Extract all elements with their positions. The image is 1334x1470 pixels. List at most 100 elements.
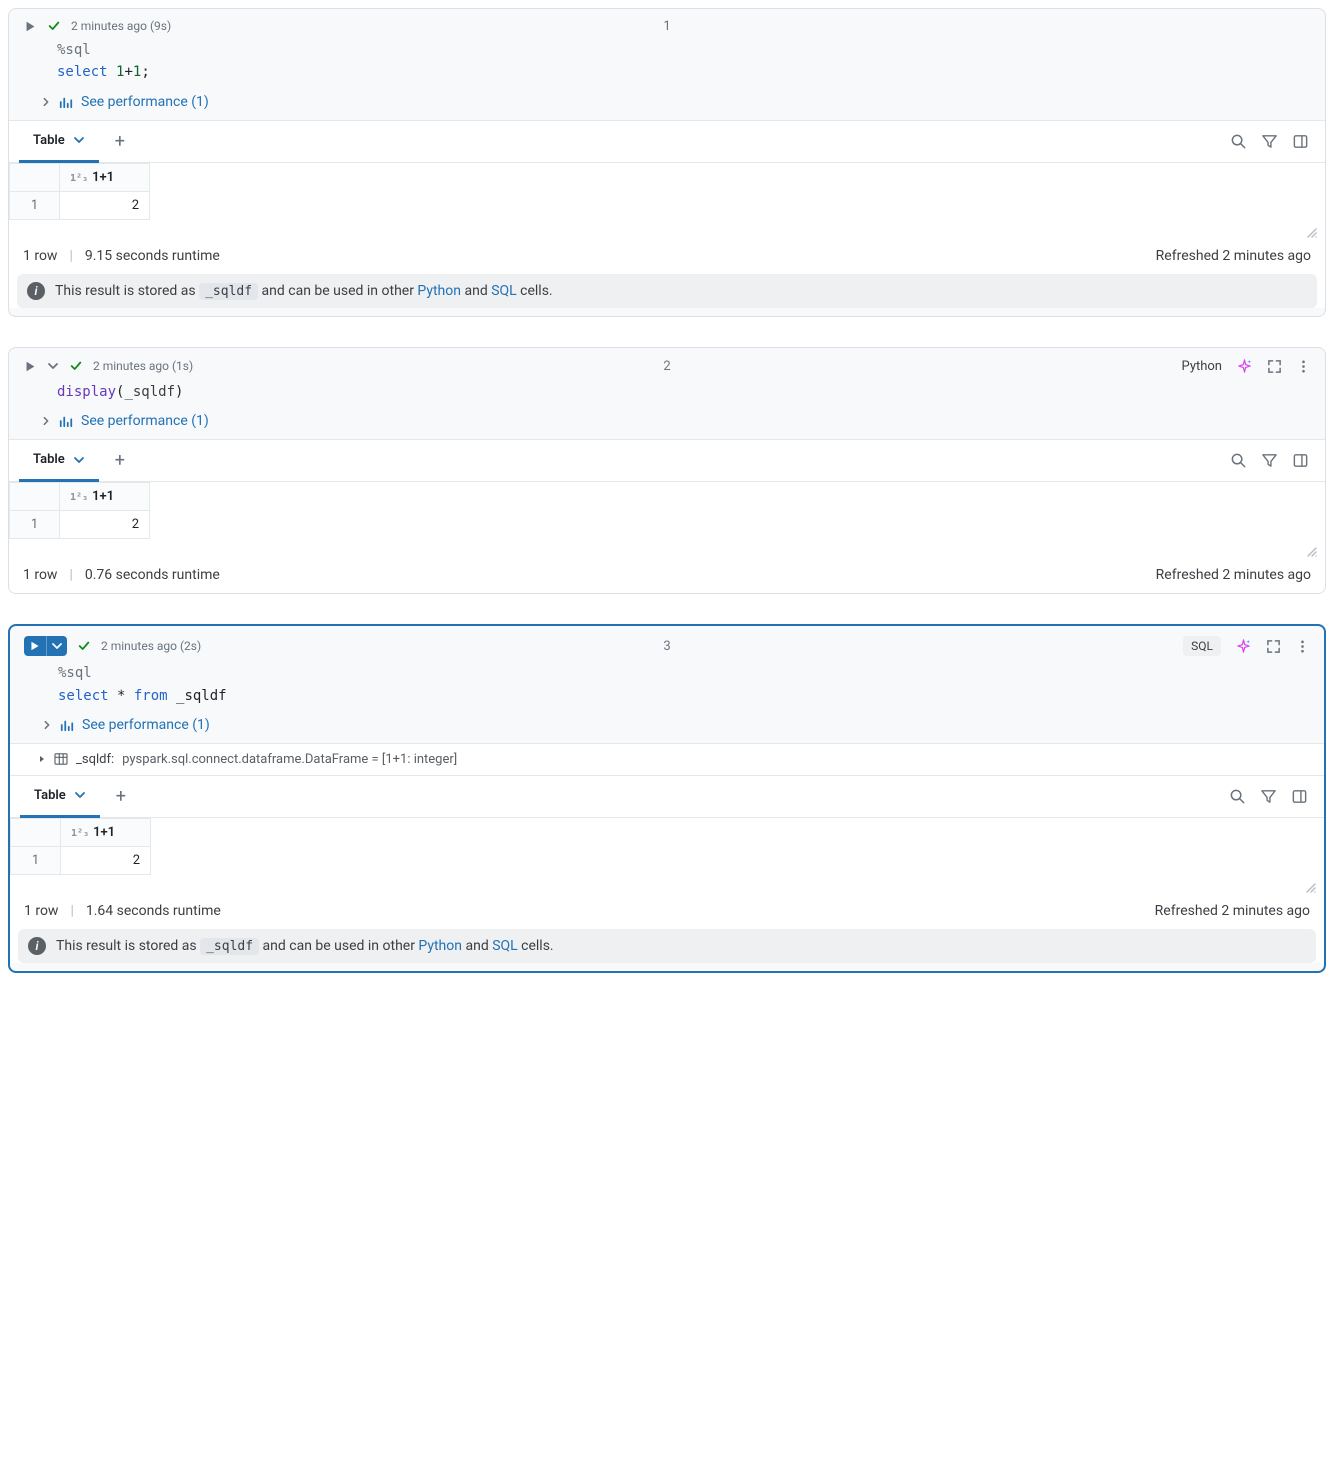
tab-table[interactable]: Table (19, 440, 99, 482)
refreshed-label: Refreshed 2 minutes ago (1156, 248, 1311, 264)
divider: | (70, 903, 73, 919)
schema-type: pyspark.sql.connect.dataframe.DataFrame … (122, 752, 457, 767)
refreshed-label: Refreshed 2 minutes ago (1156, 567, 1311, 583)
bar-chart-icon (59, 414, 73, 428)
data-grid[interactable]: 1²₃1+1 1 2 (9, 163, 1325, 220)
see-performance-link[interactable]: See performance (1) (9, 88, 1325, 120)
row-index: 1 (11, 846, 61, 874)
search-icon[interactable] (1230, 452, 1247, 469)
status-bar: 1 row | 1.64 seconds runtime Refreshed 2… (10, 893, 1324, 929)
filter-icon[interactable] (1261, 452, 1278, 469)
info-icon: i (28, 937, 46, 955)
data-grid[interactable]: 1²₃1+1 1 2 (10, 818, 1324, 875)
expand-icon[interactable] (1267, 359, 1282, 374)
tab-label: Table (34, 788, 66, 803)
more-menu-icon[interactable] (1296, 359, 1311, 374)
code-editor[interactable]: display(_sqldf) (9, 381, 1325, 407)
panel-icon[interactable] (1292, 452, 1309, 469)
panel-icon[interactable] (1291, 788, 1308, 805)
column-header[interactable]: 1²₃1+1 (60, 163, 150, 191)
expand-icon[interactable] (1266, 639, 1281, 654)
cell-header: 2 minutes ago (2s) 3 SQL (10, 626, 1324, 662)
see-performance-link[interactable]: See performance (1) (10, 711, 1324, 743)
chevron-down-icon[interactable] (74, 789, 86, 801)
notebook-cell: 2 minutes ago (2s) 3 SQL %sqlselect * fr… (8, 624, 1326, 973)
caret-right-icon (38, 755, 46, 763)
cell-menu-chevron[interactable] (47, 360, 59, 372)
see-performance-link[interactable]: See performance (1) (9, 407, 1325, 439)
banner-link-sql[interactable]: SQL (491, 283, 516, 299)
search-icon[interactable] (1230, 133, 1247, 150)
tab-table[interactable]: Table (20, 776, 100, 818)
chevron-down-icon[interactable] (73, 134, 85, 146)
banner-text: This result is stored as _sqldf and can … (55, 283, 553, 299)
type-icon: 1²₃ (70, 173, 88, 184)
execution-timestamp: 2 minutes ago (9s) (71, 19, 171, 33)
column-header[interactable]: 1²₃1+1 (60, 483, 150, 511)
assistant-sparkle-icon[interactable] (1236, 358, 1253, 375)
search-icon[interactable] (1229, 788, 1246, 805)
chevron-down-icon[interactable] (73, 454, 85, 466)
code-editor[interactable]: %sqlselect * from _sqldf (10, 662, 1324, 711)
success-check-icon (47, 19, 61, 33)
tab-table[interactable]: Table (19, 121, 99, 163)
notebook-cell: 2 minutes ago (9s) 1 %sqlselect 1+1; See… (8, 8, 1326, 317)
cell-header: 2 minutes ago (1s) 2 Python (9, 348, 1325, 381)
table-row[interactable]: 1 2 (10, 191, 150, 219)
chevron-right-icon (41, 97, 51, 107)
schema-row[interactable]: _sqldf: pyspark.sql.connect.dataframe.Da… (10, 743, 1324, 776)
add-tab-button[interactable]: + (100, 786, 142, 807)
chevron-right-icon (42, 720, 52, 730)
assistant-sparkle-icon[interactable] (1235, 638, 1252, 655)
run-button[interactable] (23, 359, 37, 373)
panel-icon[interactable] (1292, 133, 1309, 150)
run-dropdown[interactable] (46, 636, 67, 656)
runtime-label: 1.64 seconds runtime (86, 903, 221, 919)
row-index: 1 (10, 191, 60, 219)
row-count: 1 row (24, 903, 58, 919)
banner-link-python[interactable]: Python (418, 938, 462, 954)
refreshed-label: Refreshed 2 minutes ago (1155, 903, 1310, 919)
info-icon: i (27, 282, 45, 300)
table-icon (54, 753, 68, 765)
table-row[interactable]: 1 2 (10, 511, 150, 539)
row-count: 1 row (23, 248, 57, 264)
row-count: 1 row (23, 567, 57, 583)
runtime-label: 0.76 seconds runtime (85, 567, 220, 583)
resize-handle-icon[interactable] (9, 220, 1325, 238)
resize-handle-icon[interactable] (10, 875, 1324, 893)
output-tabbar: Table + (9, 440, 1325, 482)
perf-label: See performance (1) (82, 717, 210, 733)
output-tabbar: Table + (10, 776, 1324, 818)
resize-handle-icon[interactable] (9, 539, 1325, 557)
more-menu-icon[interactable] (1295, 639, 1310, 654)
table-row[interactable]: 1 2 (11, 846, 151, 874)
cell-output: Table + 1²₃1+1 1 (9, 439, 1325, 593)
bar-chart-icon (59, 95, 73, 109)
cell-value: 2 (60, 191, 150, 219)
cell-output: Table + 1²₃1+1 1 (9, 120, 1325, 308)
add-tab-button[interactable]: + (99, 131, 141, 152)
row-index: 1 (10, 511, 60, 539)
row-header-corner (10, 483, 60, 511)
cell-value: 2 (60, 511, 150, 539)
banner-link-python[interactable]: Python (417, 283, 461, 299)
language-badge[interactable]: SQL (1183, 636, 1221, 656)
add-tab-button[interactable]: + (99, 450, 141, 471)
bar-chart-icon (60, 718, 74, 732)
filter-icon[interactable] (1260, 788, 1277, 805)
perf-label: See performance (1) (81, 94, 209, 110)
run-button[interactable] (23, 19, 37, 33)
cell-value: 2 (61, 846, 151, 874)
filter-icon[interactable] (1261, 133, 1278, 150)
column-header[interactable]: 1²₃1+1 (61, 818, 151, 846)
run-button[interactable] (24, 636, 46, 656)
success-check-icon (77, 639, 91, 653)
type-icon: 1²₃ (70, 492, 88, 503)
banner-link-sql[interactable]: SQL (492, 938, 517, 954)
code-editor[interactable]: %sqlselect 1+1; (9, 39, 1325, 88)
cell-number: 1 (663, 19, 670, 34)
tab-label: Table (33, 133, 65, 148)
language-label[interactable]: Python (1182, 359, 1222, 374)
data-grid[interactable]: 1²₃1+1 1 2 (9, 482, 1325, 539)
